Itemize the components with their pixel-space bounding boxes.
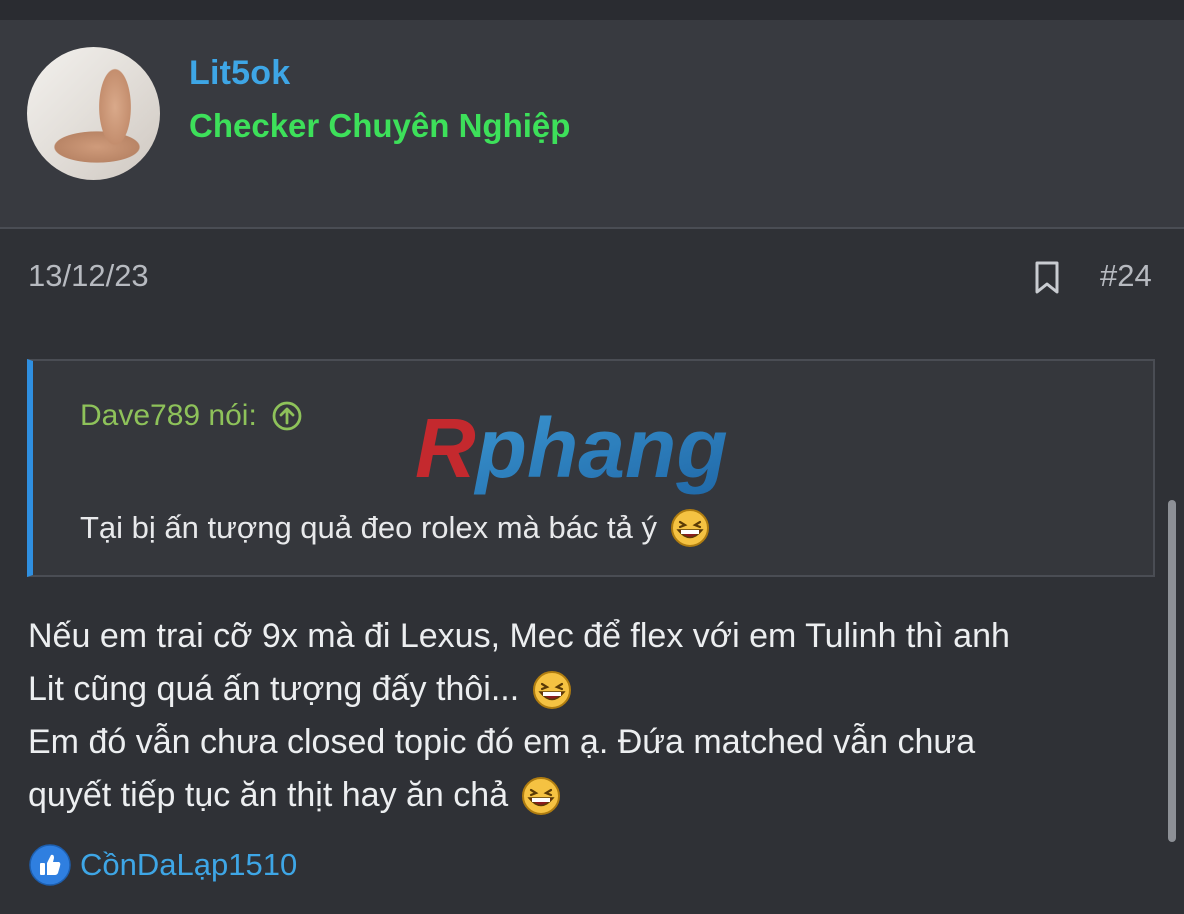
post-body-text: Nếu em trai cỡ 9x mà đi Lexus, Mec để fl… xyxy=(28,617,1010,655)
quote-author[interactable]: Dave789 nói: xyxy=(80,399,257,433)
laughing-emoji-icon xyxy=(522,776,561,815)
laughing-emoji-icon xyxy=(533,670,572,709)
quote-block: Dave789 nói: Tại bị ấn tượng quả đeo rol… xyxy=(27,359,1155,577)
user-title: Checker Chuyên Nghiệp xyxy=(189,107,571,144)
avatar[interactable] xyxy=(27,47,160,180)
arrow-up-circle-icon[interactable] xyxy=(271,400,303,432)
top-bar xyxy=(0,0,1184,20)
quote-text-content: Tại bị ấn tượng quả đeo rolex mà bác tả … xyxy=(80,510,658,545)
post-body-line: Lit cũng quá ấn tượng đấy thôi... xyxy=(28,663,1148,716)
post-date[interactable]: 13/12/23 xyxy=(28,258,149,294)
post-body-line: quyết tiếp tục ăn thịt hay ăn chả xyxy=(28,769,1148,822)
post-body-line: Em đó vẫn chưa closed topic đó em ạ. Đứa… xyxy=(28,716,1148,769)
laughing-emoji-icon xyxy=(671,509,710,547)
post-body: Nếu em trai cỡ 9x mà đi Lexus, Mec để fl… xyxy=(28,610,1148,822)
scrollbar[interactable] xyxy=(1168,500,1176,842)
bookmark-icon[interactable] xyxy=(1032,260,1062,296)
username-link[interactable]: Lit5ok xyxy=(189,54,290,93)
reactor-name-link[interactable]: CồnDaLạp1510 xyxy=(80,847,297,883)
post-author-header: Lit5ok Checker Chuyên Nghiệp xyxy=(0,20,1184,229)
post-number-link[interactable]: #24 xyxy=(1100,258,1152,294)
post-body-text: Lit cũng quá ấn tượng đấy thôi... xyxy=(28,670,520,708)
quote-attribution[interactable]: Dave789 nói: xyxy=(80,399,303,433)
quote-text: Tại bị ấn tượng quả đeo rolex mà bác tả … xyxy=(80,507,711,549)
post-body-text: Em đó vẫn chưa closed topic đó em ạ. Đứa… xyxy=(28,723,976,761)
post-body-line: Nếu em trai cỡ 9x mà đi Lexus, Mec để fl… xyxy=(28,610,1148,663)
reactions-bar[interactable]: CồnDaLạp1510 xyxy=(28,843,297,887)
post-body-text: quyết tiếp tục ăn thịt hay ăn chả xyxy=(28,776,509,814)
like-icon[interactable] xyxy=(28,843,72,887)
